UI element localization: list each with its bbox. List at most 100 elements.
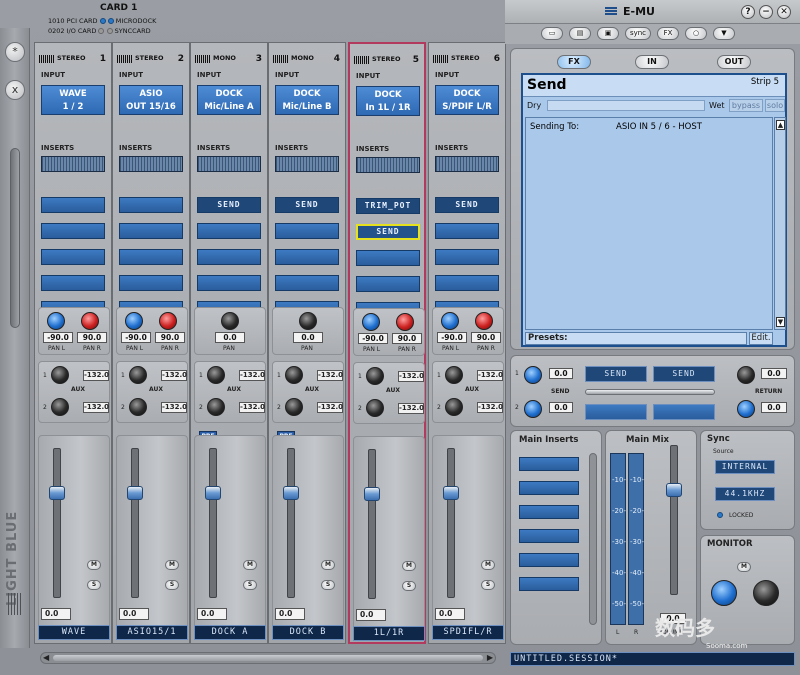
insert-slot[interactable]: SEND xyxy=(356,224,420,240)
fader-track[interactable] xyxy=(447,448,455,598)
return-slot-2[interactable] xyxy=(653,404,715,420)
return-knob-2[interactable] xyxy=(737,400,755,418)
input-selector[interactable]: DOCK S/PDIF L/R xyxy=(435,85,499,115)
input-selector[interactable]: DOCK Mic/Line A xyxy=(197,85,261,115)
solo-button[interactable]: S xyxy=(243,580,257,590)
fader-track[interactable] xyxy=(287,448,295,598)
solo-button[interactable]: S xyxy=(402,581,416,591)
fader-track[interactable] xyxy=(131,448,139,598)
insert-slot[interactable] xyxy=(41,275,105,291)
insert-slot[interactable]: SEND xyxy=(275,197,339,213)
presets-bar[interactable]: Presets: xyxy=(525,332,747,345)
insert-slot[interactable] xyxy=(119,223,183,239)
pan-l-knob[interactable] xyxy=(125,312,143,330)
dry-wet-slider[interactable] xyxy=(547,100,705,111)
insert-slot[interactable]: SEND xyxy=(435,197,499,213)
main-insert-slot[interactable] xyxy=(519,553,579,567)
dropdown-button[interactable]: ▼ xyxy=(713,27,735,40)
insert-slot[interactable] xyxy=(119,275,183,291)
open-folder-icon[interactable]: ▤ xyxy=(569,27,591,40)
record-icon[interactable]: ○ xyxy=(685,27,707,40)
mixer-strip-3[interactable]: MONO 3 INPUT DOCK Mic/Line A INSERTS SEN… xyxy=(190,42,268,644)
insert-slot[interactable] xyxy=(275,249,339,265)
monitor-mute-button[interactable]: M xyxy=(737,562,751,572)
solo-button[interactable]: S xyxy=(481,580,495,590)
solo-button[interactable]: S xyxy=(321,580,335,590)
solo-button[interactable]: S xyxy=(165,580,179,590)
mute-button[interactable]: M xyxy=(321,560,335,570)
pan-l-knob[interactable] xyxy=(362,313,380,331)
insert-slot[interactable] xyxy=(435,275,499,291)
insert-slot[interactable] xyxy=(119,249,183,265)
solo-button[interactable]: solo xyxy=(765,99,785,112)
main-inserts-scrollbar[interactable] xyxy=(589,453,597,625)
send-return-balance[interactable] xyxy=(585,389,715,395)
main-insert-slot[interactable] xyxy=(519,481,579,495)
strip-name[interactable]: WAVE xyxy=(38,625,110,640)
pan-r-knob[interactable] xyxy=(396,313,414,331)
tab-fx[interactable]: FX xyxy=(557,55,591,69)
aux-2-knob[interactable] xyxy=(207,398,225,416)
sync-source-display[interactable]: INTERNAL xyxy=(715,460,775,474)
insert-slot[interactable] xyxy=(356,250,420,266)
monitor-volume-knob[interactable] xyxy=(711,580,737,606)
mixer-strip-5[interactable]: STEREO 5 INPUT DOCK In 1L / 1R INSERTS T… xyxy=(348,42,426,644)
star-button[interactable]: * xyxy=(5,42,25,62)
fader-track[interactable] xyxy=(368,449,376,599)
aux-1-knob[interactable] xyxy=(285,366,303,384)
main-insert-slot[interactable] xyxy=(519,577,579,591)
edit-button[interactable]: Edit. xyxy=(749,332,773,345)
pan-r-knob[interactable] xyxy=(81,312,99,330)
pan-knob[interactable] xyxy=(299,312,317,330)
insert-slot[interactable] xyxy=(197,249,261,265)
mute-button[interactable]: M xyxy=(87,560,101,570)
aux-2-knob[interactable] xyxy=(285,398,303,416)
mute-button[interactable]: M xyxy=(243,560,257,570)
scroll-right-icon[interactable]: ▶ xyxy=(487,653,493,662)
main-insert-slot[interactable] xyxy=(519,529,579,543)
main-volume-fader[interactable] xyxy=(666,483,682,497)
solo-button[interactable]: S xyxy=(87,580,101,590)
horizontal-scrollbar[interactable]: ◀ ▶ xyxy=(40,652,496,664)
insert-slot[interactable] xyxy=(41,197,105,213)
new-session-icon[interactable]: ▭ xyxy=(541,27,563,40)
input-selector[interactable]: ASIO OUT 15/16 xyxy=(119,85,183,115)
mute-button[interactable]: M xyxy=(402,561,416,571)
sample-rate-display[interactable]: 44.1KHZ xyxy=(715,487,775,501)
send-knob-1[interactable] xyxy=(524,366,542,384)
insert-slot[interactable] xyxy=(197,275,261,291)
rail-scrollbar[interactable] xyxy=(10,148,20,328)
input-selector[interactable]: DOCK In 1L / 1R xyxy=(356,86,420,116)
insert-slot[interactable] xyxy=(41,249,105,265)
insert-slot[interactable] xyxy=(275,223,339,239)
pan-r-knob[interactable] xyxy=(159,312,177,330)
fx-scrollbar[interactable]: ▲ ▼ xyxy=(774,117,786,330)
close-panel-button[interactable]: x xyxy=(5,80,25,100)
send-slot-1[interactable]: SEND xyxy=(585,366,647,382)
input-selector[interactable]: DOCK Mic/Line B xyxy=(275,85,339,115)
strip-name[interactable]: DOCK A xyxy=(194,625,266,640)
volume-fader[interactable] xyxy=(443,486,459,500)
sync-button[interactable]: sync xyxy=(625,27,651,40)
strip-name[interactable]: 1L/1R xyxy=(353,626,425,641)
aux-2-knob[interactable] xyxy=(129,398,147,416)
insert-slot[interactable] xyxy=(41,223,105,239)
monitor-balance-knob[interactable] xyxy=(753,580,779,606)
insert-slot[interactable] xyxy=(119,197,183,213)
aux-1-knob[interactable] xyxy=(129,366,147,384)
scrollbar-thumb[interactable] xyxy=(53,655,483,661)
volume-fader[interactable] xyxy=(49,486,65,500)
menu-icon[interactable] xyxy=(605,7,617,16)
insert-slot[interactable] xyxy=(356,276,420,292)
fx-button[interactable]: FX xyxy=(657,27,679,40)
insert-slot[interactable]: TRIM_POT xyxy=(356,198,420,214)
tab-out[interactable]: OUT xyxy=(717,55,751,69)
return-knob-1[interactable] xyxy=(737,366,755,384)
strip-name[interactable]: SPDIFL/R xyxy=(432,625,504,640)
bypass-button[interactable]: bypass xyxy=(729,99,763,112)
fader-track[interactable] xyxy=(53,448,61,598)
mute-button[interactable]: M xyxy=(165,560,179,570)
scroll-left-icon[interactable]: ◀ xyxy=(43,653,49,662)
aux-2-knob[interactable] xyxy=(445,398,463,416)
strip-name[interactable]: DOCK B xyxy=(272,625,344,640)
